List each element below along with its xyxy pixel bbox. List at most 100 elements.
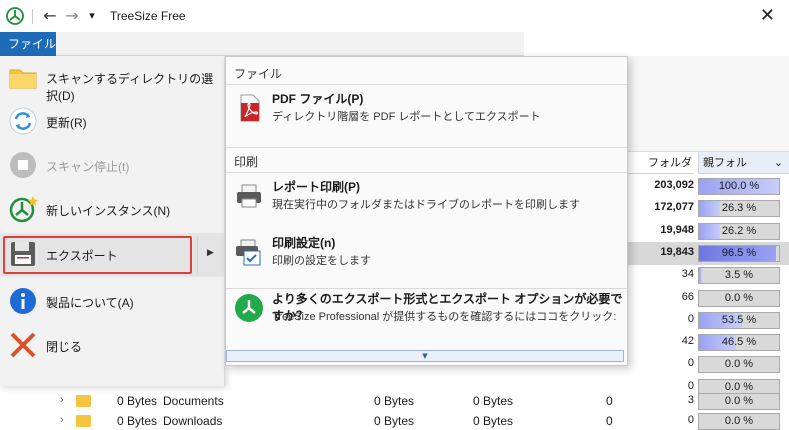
table-row[interactable]: 172,077 26.3 %: [628, 197, 789, 220]
percent-value: 53.5 %: [721, 313, 757, 326]
title-bar: ← → ▾ TreeSize Free ✕: [0, 0, 789, 32]
refresh-icon: [9, 107, 37, 135]
percent-bar-cell: 100.0 %: [698, 178, 780, 195]
percent-bar-cell: 0.0 %: [698, 289, 780, 307]
menu-item-label: 更新(R): [46, 116, 87, 130]
files-cell: 0: [606, 414, 613, 428]
menu-item-label: スキャン停止(t): [46, 160, 130, 174]
folder-count-cell: 19,948: [660, 223, 694, 236]
submenu-item-pdf[interactable]: PDF ファイル(P) ディレクトリ階層を PDF レポートとしてエクスポート: [226, 85, 627, 137]
menu-item-refresh[interactable]: 更新(R): [0, 100, 224, 144]
size-alt-cell: 0 Bytes: [473, 414, 514, 428]
percent-value: 96.5 %: [721, 246, 757, 259]
back-arrow-icon[interactable]: ←: [40, 6, 60, 26]
percent-bar-cell: 26.2 %: [698, 222, 780, 240]
folder-name-cell: Downloads: [163, 414, 223, 428]
percent-value: 26.2 %: [721, 224, 757, 237]
menu-item-about[interactable]: 製品について(A): [0, 280, 224, 324]
folder-count-cell: 19,843: [660, 245, 694, 258]
folder-count-cell: 42: [681, 335, 694, 348]
menu-item-select-directory[interactable]: スキャンするディレクトリの選択(D): [0, 56, 224, 103]
export-submenu: ファイル PDF ファイル(P) ディレクトリ階層を PDF レポートとしてエク…: [225, 56, 628, 366]
percent-bar-cell: 3.5 %: [698, 267, 780, 285]
printer-icon: [237, 184, 261, 208]
more-options-expander[interactable]: ▼: [226, 350, 624, 362]
submenu-item-title: PDF ファイル(P): [272, 92, 364, 106]
menu-item-label: 閉じる: [46, 340, 83, 354]
forward-arrow-icon[interactable]: →: [62, 6, 82, 26]
table-row[interactable]: 0 0.0 %: [628, 410, 789, 430]
submenu-item-desc: TreeSize Professional が提供するものを確認するにはココをク…: [272, 311, 617, 323]
table-row[interactable]: 203,092 100.0 %: [628, 175, 789, 198]
print-settings-icon: [236, 239, 261, 266]
size-cell: 0 Bytes: [117, 414, 158, 428]
percent-value: 26.3 %: [721, 202, 757, 215]
new-instance-icon: [9, 196, 38, 223]
window-close-button[interactable]: ✕: [760, 5, 775, 26]
floppy-icon: [11, 242, 35, 266]
column-header-folders[interactable]: フォルダ: [628, 152, 694, 174]
folder-name-cell: Documents: [163, 394, 224, 408]
table-row[interactable]: 66 0.0 %: [628, 287, 789, 310]
submenu-item-treesize-pro[interactable]: より多くのエクスポート形式とエクスポート オプションが必要ですか？ TreeSi…: [226, 285, 627, 337]
menu-bar: ファイル: [0, 32, 524, 56]
section-title-print: 印刷: [234, 155, 259, 169]
submenu-item-title: レポート印刷(P): [272, 180, 360, 194]
folder-count-cell: 0: [687, 357, 694, 370]
allocated-cell: 0 Bytes: [374, 414, 415, 428]
stop-icon: [10, 152, 36, 178]
submenu-divider: [197, 237, 198, 273]
submenu-item-print-report[interactable]: レポート印刷(P) 現在実行中のフォルダまたはドライブのレポートを印刷します: [226, 173, 627, 225]
file-menu-panel: スキャンするディレクトリの選択(D) 更新(R) スキャン停止(t) 新しいイン…: [0, 56, 225, 386]
submenu-item-desc: 印刷の設定をします: [272, 255, 371, 267]
sort-chevron-icon[interactable]: ⌄: [768, 152, 789, 174]
percent-value: 0.0 %: [724, 395, 754, 407]
column-header-parent-pct[interactable]: 親フォルダ...: [698, 152, 768, 191]
table-row[interactable]: 19,948 26.2 %: [628, 220, 789, 243]
table-row[interactable]: 34 3.5 %: [628, 264, 789, 287]
percent-bar-cell: 26.3 %: [698, 200, 780, 218]
title-separator: [32, 9, 33, 24]
menu-item-export[interactable]: エクスポート ▶: [0, 233, 224, 277]
submenu-item-desc: ディレクトリ階層を PDF レポートとしてエクスポート: [272, 111, 541, 123]
percent-value: 0.0 %: [724, 358, 754, 371]
menu-item-label: エクスポート: [46, 249, 118, 263]
submenu-item-desc: 現在実行中のフォルダまたはドライブのレポートを印刷します: [272, 199, 580, 211]
percent-bar-cell: 96.5 %: [698, 244, 780, 262]
tree-row[interactable]: › 0 Bytes Documents 0 Bytes 0 Bytes 0: [0, 392, 628, 412]
table-row[interactable]: 19,843 96.5 %: [628, 241, 789, 265]
section-divider: [226, 147, 627, 148]
ribbon-area: [628, 56, 789, 152]
size-alt-cell: 0 Bytes: [473, 394, 514, 408]
folder-icon: [76, 415, 91, 427]
close-x-icon: [10, 332, 36, 358]
pdf-icon: [240, 94, 260, 122]
table-row[interactable]: 42 46.5 %: [628, 331, 789, 354]
percent-bar-cell: 0.0 %: [698, 413, 780, 430]
percent-bar-cell: 46.5 %: [698, 334, 780, 352]
quick-access-dropdown-icon[interactable]: ▾: [82, 6, 102, 26]
percent-value: 3.5 %: [724, 269, 754, 282]
section-title-file: ファイル: [234, 67, 283, 81]
percent-value: 100.0 %: [718, 180, 760, 192]
treesize-pro-icon: [235, 294, 263, 322]
menu-item-stop-scan[interactable]: スキャン停止(t): [0, 144, 224, 188]
file-menu-tab[interactable]: ファイル: [0, 32, 56, 56]
treesize-logo-icon: [6, 7, 24, 25]
folder-count-cell: 34: [681, 268, 694, 281]
table-row[interactable]: 0 0.0 %: [628, 353, 789, 376]
folder-icon: [9, 69, 37, 89]
percent-bar-cell: 0.0 %: [698, 356, 780, 374]
files-cell: 0: [606, 394, 613, 408]
folder-count-cell: 172,077: [654, 201, 694, 214]
info-icon: [10, 288, 36, 314]
expand-chevron-icon[interactable]: ›: [60, 394, 64, 406]
submenu-item-title: 印刷設定(n): [272, 236, 336, 250]
folder-count-cell: 3: [687, 394, 694, 406]
menu-item-close[interactable]: 閉じる: [0, 324, 224, 368]
submenu-item-print-settings[interactable]: 印刷設定(n) 印刷の設定をします: [226, 229, 627, 281]
table-row[interactable]: 0 53.5 %: [628, 309, 789, 332]
menu-item-new-instance[interactable]: 新しいインスタンス(N): [0, 188, 224, 232]
tree-row[interactable]: › 0 Bytes Downloads 0 Bytes 0 Bytes 0: [0, 412, 628, 430]
expand-chevron-icon[interactable]: ›: [60, 414, 64, 426]
